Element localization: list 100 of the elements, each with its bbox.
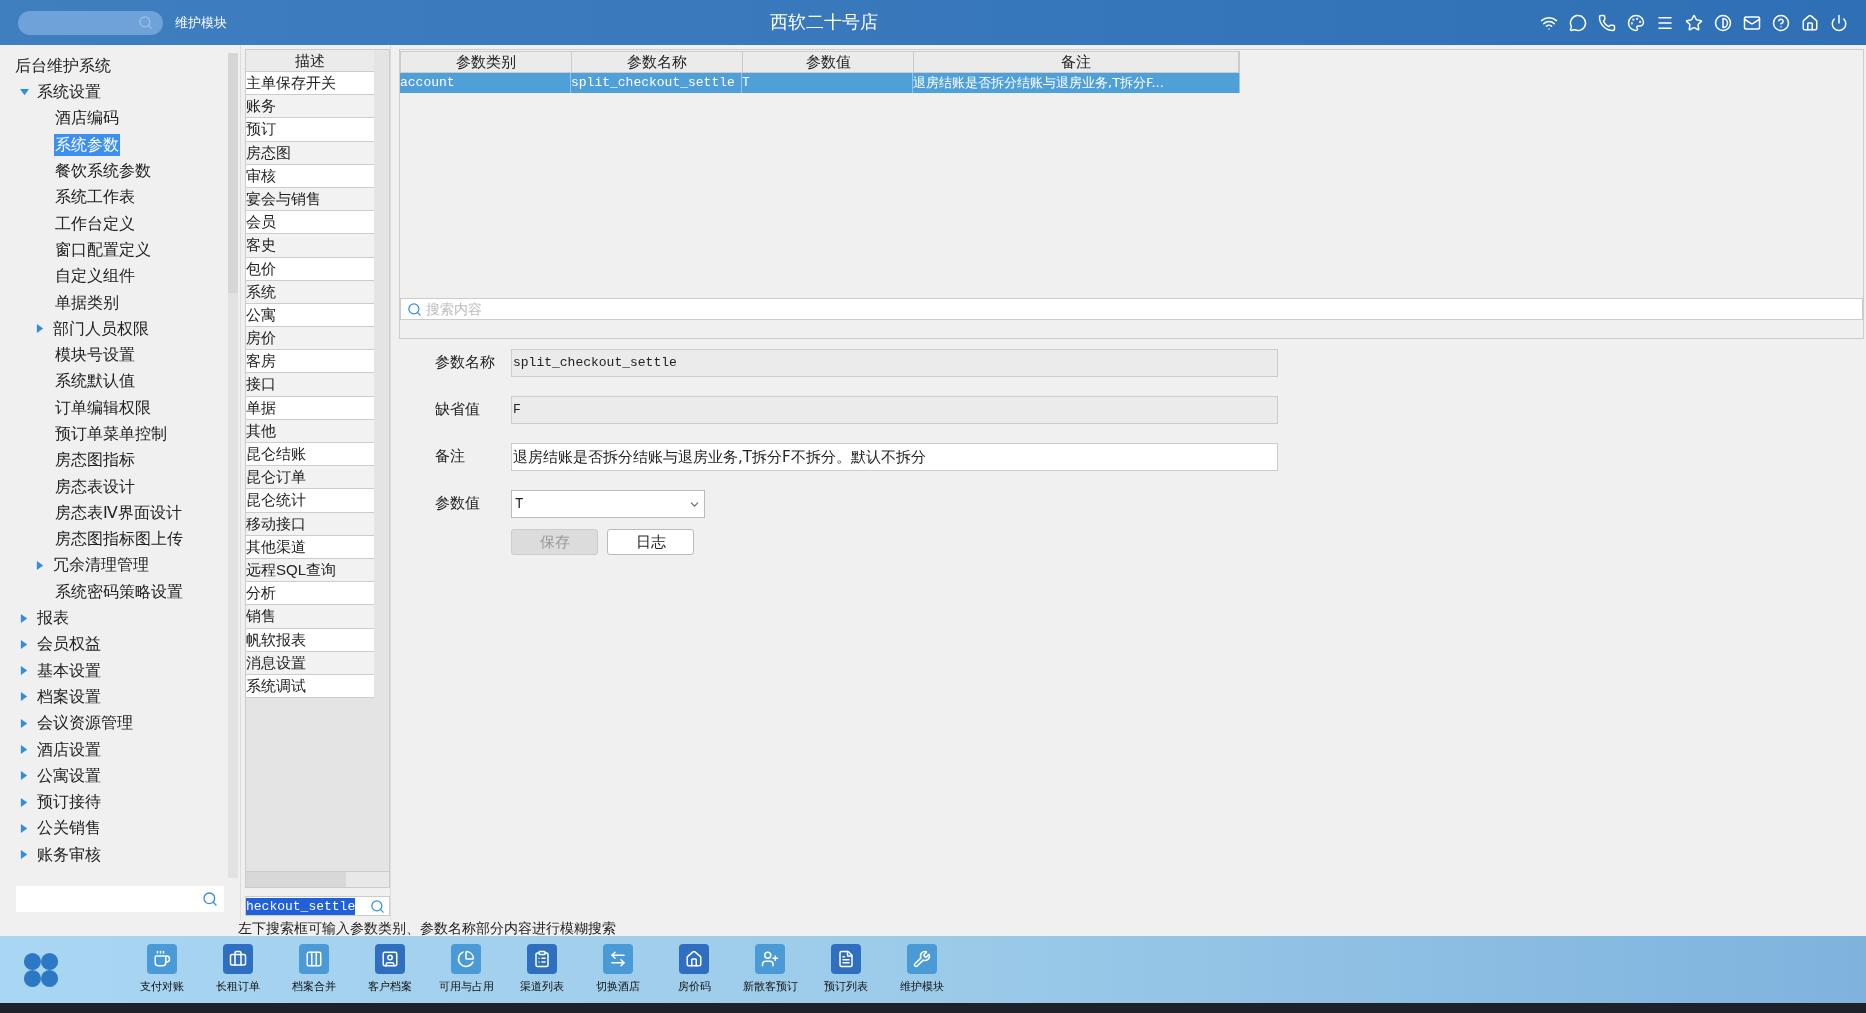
list-item[interactable]: 单据 xyxy=(246,396,374,420)
phone-icon[interactable] xyxy=(1598,13,1616,32)
collapsed-triangle-icon[interactable] xyxy=(20,613,29,623)
tree-item[interactable]: 预订接待 xyxy=(36,791,102,814)
list-item[interactable]: 房态图 xyxy=(246,141,374,165)
dock-item[interactable]: 客户档案 xyxy=(354,944,426,995)
list-item[interactable]: 客史 xyxy=(246,234,374,258)
dock-item[interactable]: 维护模块 xyxy=(886,944,958,995)
star-icon[interactable] xyxy=(1685,13,1703,32)
collapsed-triangle-icon[interactable] xyxy=(20,692,29,702)
tree-item[interactable]: 系统设置 xyxy=(36,81,102,104)
collapsed-triangle-icon[interactable] xyxy=(20,639,29,649)
list-item[interactable]: 昆仑订单 xyxy=(246,466,374,490)
text-field[interactable]: 退房结账是否拆分结账与退房业务,T拆分F不拆分。默认不拆分 xyxy=(511,443,1278,471)
list-item[interactable]: 销售 xyxy=(246,605,374,629)
collapsed-triangle-icon[interactable] xyxy=(20,745,29,755)
tree-item[interactable]: 部门人员权限 xyxy=(52,317,150,340)
tree-item[interactable]: 酒店编码 xyxy=(54,107,120,130)
tree-item[interactable]: 会员权益 xyxy=(36,633,102,656)
list-item[interactable]: 移动接口 xyxy=(246,512,374,536)
collapsed-triangle-icon[interactable] xyxy=(36,561,45,570)
palette-icon[interactable] xyxy=(1627,13,1645,32)
tree-item[interactable]: 酒店设置 xyxy=(36,738,102,761)
list-item[interactable]: 预订 xyxy=(246,118,374,142)
collapsed-triangle-icon[interactable] xyxy=(20,771,29,781)
column-header[interactable]: 参数类别 xyxy=(401,52,572,72)
dock-item[interactable]: 可用与占用 xyxy=(430,944,502,995)
chat-icon[interactable] xyxy=(1569,13,1587,32)
list-item[interactable]: 房价 xyxy=(246,327,374,351)
horizontal-scrollbar[interactable] xyxy=(246,871,389,887)
list-item[interactable]: 客房 xyxy=(246,350,374,374)
expanded-triangle-icon[interactable] xyxy=(20,87,29,97)
tree-item[interactable]: 模块号设置 xyxy=(54,344,136,367)
tree-search-field[interactable] xyxy=(16,886,224,912)
tree-item[interactable]: 房态图指标图上传 xyxy=(54,528,184,551)
column-header[interactable]: 描述 xyxy=(246,50,374,72)
tree-item[interactable]: 订单编辑权限 xyxy=(54,396,152,419)
column-header[interactable]: 备注 xyxy=(914,52,1239,72)
tree-item[interactable]: 账务审核 xyxy=(36,843,102,866)
tree-item[interactable]: 窗口配置定义 xyxy=(54,238,152,261)
tree-item[interactable]: 报表 xyxy=(36,607,70,630)
readonly-field[interactable]: split_checkout_settle xyxy=(511,349,1278,377)
list-item[interactable]: 其他渠道 xyxy=(246,535,374,559)
dock-item[interactable]: 新散客预订 xyxy=(734,944,806,995)
tree-item[interactable]: 预订单菜单控制 xyxy=(54,423,168,445)
dock-item[interactable]: 长租订单 xyxy=(202,944,274,995)
list-item[interactable]: 消息设置 xyxy=(246,651,374,675)
dock-item[interactable]: 切换酒店 xyxy=(582,944,654,995)
collapsed-triangle-icon[interactable] xyxy=(20,666,29,676)
log-button[interactable]: 日志 xyxy=(607,529,694,555)
tree-item[interactable]: 系统工作表 xyxy=(54,186,136,209)
power-icon[interactable] xyxy=(1830,13,1848,32)
tree-item[interactable]: 公关销售 xyxy=(36,817,102,840)
scrollbar[interactable] xyxy=(228,53,238,878)
list-item[interactable]: 昆仑结账 xyxy=(246,443,374,467)
dock-item[interactable]: 房价码 xyxy=(658,944,730,995)
tree-item[interactable]: 房态表设计 xyxy=(54,475,136,498)
app-grid-icon[interactable] xyxy=(22,950,60,989)
contrast-icon[interactable] xyxy=(1714,13,1732,32)
list-item[interactable]: 帆软报表 xyxy=(246,628,374,652)
home-icon[interactable] xyxy=(1801,13,1819,32)
tree-item[interactable]: 系统默认值 xyxy=(54,370,136,393)
list-item[interactable]: 审核 xyxy=(246,164,374,188)
dock-item[interactable]: 支付对账 xyxy=(126,944,198,995)
tree-item[interactable]: 工作台定义 xyxy=(54,212,136,235)
collapsed-triangle-icon[interactable] xyxy=(20,797,29,807)
list-item[interactable]: 包价 xyxy=(246,257,374,281)
search-field[interactable] xyxy=(18,10,163,35)
tree-item[interactable]: 房态图指标 xyxy=(54,449,136,472)
list-item[interactable]: 系统 xyxy=(246,280,374,304)
tree-root[interactable]: 后台维护系统 xyxy=(15,54,111,78)
tree-item[interactable]: 公寓设置 xyxy=(36,764,102,787)
select-field[interactable]: T xyxy=(511,490,705,518)
list-item[interactable]: 其他 xyxy=(246,419,374,443)
tree-item[interactable]: 单据类别 xyxy=(54,291,120,314)
list-item[interactable]: 系统调试 xyxy=(246,674,374,699)
tree-item[interactable]: 系统密码策略设置 xyxy=(54,580,184,603)
list-item[interactable]: 昆仑统计 xyxy=(246,489,374,513)
list-item[interactable]: 主单保存开关 xyxy=(246,72,374,96)
list-item[interactable]: 接口 xyxy=(246,373,374,397)
list-item[interactable]: 远程SQL查询 xyxy=(246,558,374,583)
list-item[interactable]: 账务 xyxy=(246,95,374,119)
collapsed-triangle-icon[interactable] xyxy=(20,718,29,728)
search-field[interactable]: heckout_settle xyxy=(245,896,390,916)
dock-item[interactable]: 渠道列表 xyxy=(506,944,578,995)
tree-item[interactable]: 餐饮系统参数 xyxy=(54,160,152,183)
list-item[interactable]: 公寓 xyxy=(246,303,374,328)
tree-item[interactable]: 会议资源管理 xyxy=(36,712,134,735)
tree-item[interactable]: 基本设置 xyxy=(36,659,102,682)
mail-icon[interactable] xyxy=(1743,13,1761,32)
tree-item[interactable]: 房态表Ⅳ界面设计 xyxy=(54,501,183,524)
column-header[interactable]: 参数值 xyxy=(743,52,914,72)
help-icon[interactable] xyxy=(1772,13,1790,32)
list-item[interactable]: 分析 xyxy=(246,582,374,606)
readonly-field[interactable]: F xyxy=(511,396,1278,424)
dock-item[interactable]: 预订列表 xyxy=(810,944,882,995)
list-item[interactable]: 会员 xyxy=(246,211,374,235)
collapsed-triangle-icon[interactable] xyxy=(20,850,29,860)
tree-item[interactable]: 自定义组件 xyxy=(54,265,136,288)
collapsed-triangle-icon[interactable] xyxy=(20,823,29,833)
